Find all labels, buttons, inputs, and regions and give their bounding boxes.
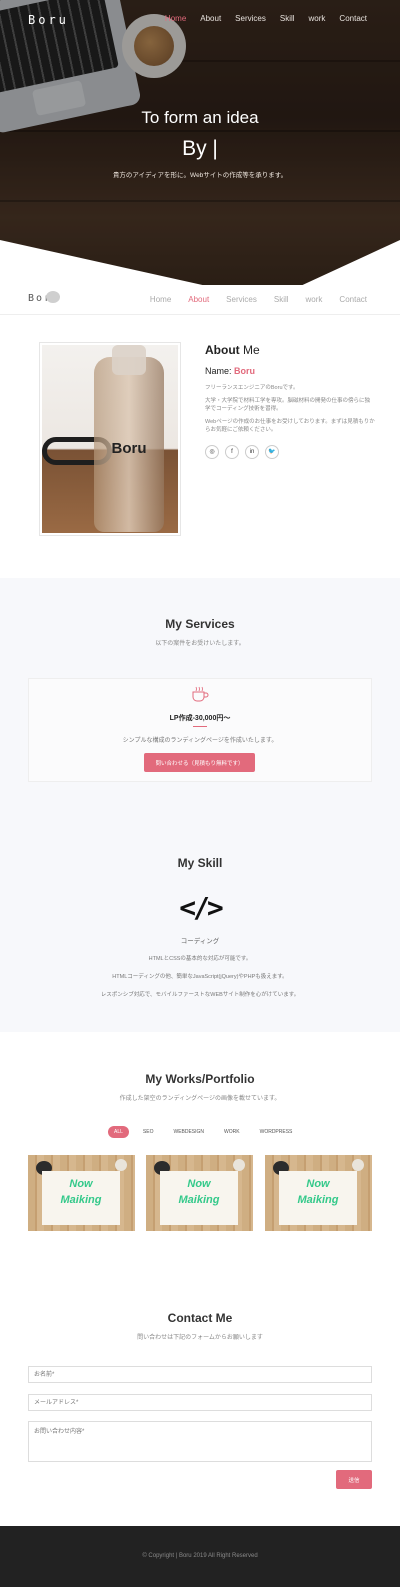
services-subtitle: 以下の案件をお受けいたします。 <box>155 641 245 647</box>
instagram-icon[interactable]: ◎ <box>205 444 219 459</box>
hero-logo[interactable]: Boru <box>28 13 69 27</box>
service-title: LP作成-30,000円〜 <box>169 715 231 722</box>
hero-nav: Home About Services Skill work Contact <box>165 14 367 23</box>
header-nav-skill[interactable]: Skill <box>274 295 289 304</box>
nav-work[interactable]: work <box>309 14 326 23</box>
header-nav-services[interactable]: Services <box>226 295 257 304</box>
social-links: ◎ f in 🐦 <box>205 444 375 459</box>
services-title: My Services <box>165 617 235 631</box>
header-nav: Home About Services Skill work Contact <box>150 295 367 304</box>
skill-description: レスポンシブ対応で、モバイルファーストなWEBサイト制作を心がけています。 <box>100 992 300 998</box>
coffee-cup-icon <box>192 686 209 702</box>
about-paragraph: 大学・大学院で材料工学を専攻。脳磁材料の開発の仕事の傍らに独学でコーディング技術… <box>205 397 371 413</box>
portfolio-item[interactable]: Now Maiking <box>146 1155 253 1231</box>
skill-name: コーディング <box>180 938 220 945</box>
service-description: シンプルな構成のランディングページを作成いたします。 <box>122 738 278 744</box>
service-divider <box>193 726 207 727</box>
skill-description: HTMLとCSSの基本的な対応が可能です。 <box>148 956 252 962</box>
hero-subheadline: By | <box>182 137 218 160</box>
name-input[interactable] <box>28 1366 372 1383</box>
filter-seo[interactable]: SEO <box>137 1126 160 1138</box>
about-photo: Boru <box>39 342 181 536</box>
portfolio-item[interactable]: Now Maiking <box>265 1155 372 1231</box>
bottle-label: Boru <box>111 440 147 457</box>
twitter-icon[interactable]: 🐦 <box>265 444 279 459</box>
footer: © Copyright | Boru 2019 All Right Reserv… <box>0 1526 400 1587</box>
nav-contact[interactable]: Contact <box>339 14 367 23</box>
hero-angle-divider <box>0 240 400 290</box>
about-content: About Me Name: Boru フリーランスエンジニアのBoruです。 … <box>205 343 375 459</box>
header-nav-about[interactable]: About <box>188 295 209 304</box>
send-button[interactable]: 送信 <box>336 1470 372 1489</box>
header-nav-contact[interactable]: Contact <box>339 295 367 304</box>
skill-title: My Skill <box>177 856 223 870</box>
portfolio-filters: ALL SEO WEBDESIGN WORK WORDPRESS <box>108 1126 298 1138</box>
code-icon: </> <box>179 891 224 924</box>
header-nav-work[interactable]: work <box>306 295 323 304</box>
portfolio-title: My Works/Portfolio <box>145 1072 255 1086</box>
filter-all[interactable]: ALL <box>108 1126 129 1138</box>
hero-tagline: 貴方のアイディアを形に。Webサイトの作成等を承ります。 <box>112 172 288 179</box>
sticky-header: Boru Home About Services Skill work Cont… <box>0 285 400 315</box>
nav-skill[interactable]: Skill <box>280 14 295 23</box>
message-input[interactable] <box>28 1421 372 1462</box>
portfolio-subtitle: 作成した架空のランディングページの画像を載せています。 <box>119 1096 281 1102</box>
filter-wordpress[interactable]: WORDPRESS <box>254 1126 299 1138</box>
header-nav-home[interactable]: Home <box>150 295 171 304</box>
about-title: About Me <box>205 343 260 357</box>
logo-mark-icon <box>46 291 60 303</box>
filter-work[interactable]: WORK <box>218 1126 246 1138</box>
contact-subtitle: 問い合わせは下記のフォームからお願いします <box>137 1335 263 1341</box>
about-paragraph: Webページの作成のお仕事をお受けしております。まずは見積もりからお気軽にご依頼… <box>205 418 375 434</box>
email-input[interactable] <box>28 1394 372 1411</box>
hero-headline: To form an idea <box>141 108 259 127</box>
facebook-icon[interactable]: f <box>225 444 239 459</box>
nav-services[interactable]: Services <box>235 14 266 23</box>
skill-description: HTMLコーディングの他、簡単なJavaScript(jQuery)やPHPも扱… <box>112 974 288 980</box>
linkedin-icon[interactable]: in <box>245 444 259 459</box>
copyright-text: © Copyright | Boru 2019 All Right Reserv… <box>142 1553 258 1559</box>
nav-home[interactable]: Home <box>165 14 186 23</box>
contact-title: Contact Me <box>167 1311 233 1325</box>
about-paragraph: フリーランスエンジニアのBoruです。 <box>205 385 299 391</box>
about-name: Name: Boru <box>205 366 256 376</box>
filter-webdesign[interactable]: WEBDESIGN <box>167 1126 210 1138</box>
nav-about[interactable]: About <box>200 14 221 23</box>
inquire-button[interactable]: 問い合わせる（見積もり無料です） <box>144 753 255 772</box>
portfolio-item[interactable]: Now Maiking <box>28 1155 135 1231</box>
hero-section: Boru Home About Services Skill work Cont… <box>0 0 400 290</box>
